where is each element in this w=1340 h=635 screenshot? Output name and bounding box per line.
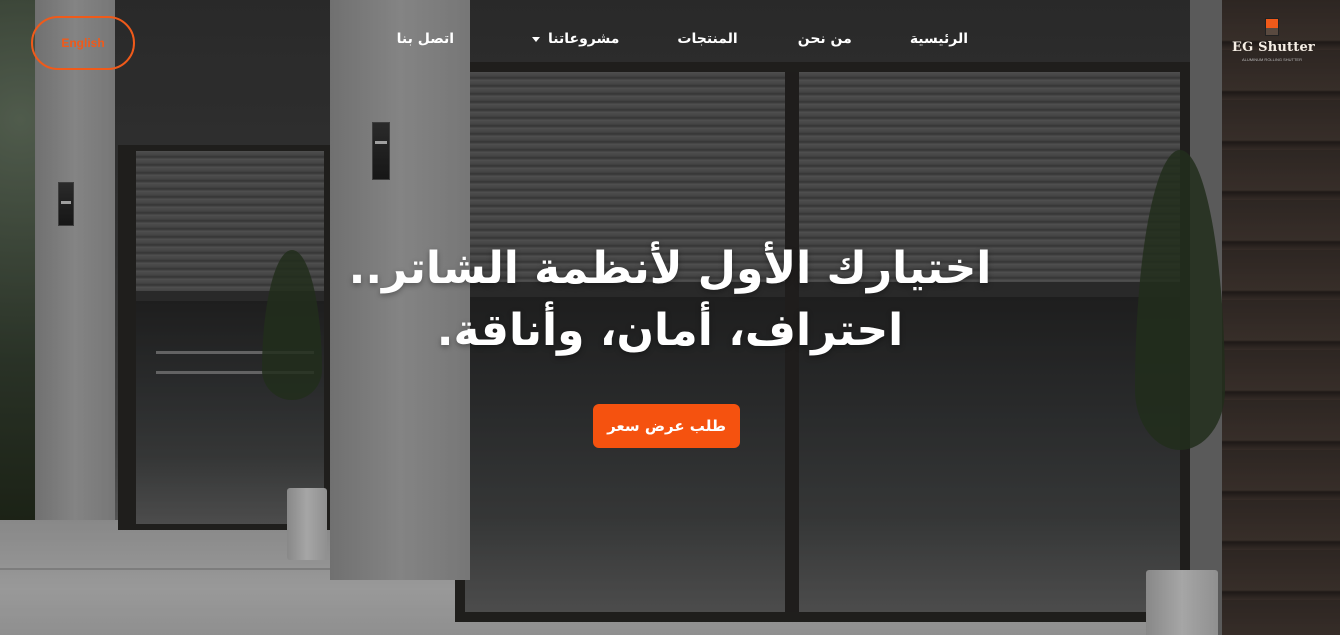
brand-logo[interactable]: EG Shutter ALUMINUM ROLLING SHUTTER xyxy=(1232,18,1315,68)
nav-contact-link[interactable]: اتصل بنا xyxy=(397,31,454,47)
navbar: English الرئيسية من نحن المنتجات مشروعات… xyxy=(0,0,1340,85)
hero-title-line-2: احتراف، أمان، وأناقة. xyxy=(436,305,904,356)
hero-title-line-1: اختيارك الأول لأنظمة الشاتر.. xyxy=(348,243,992,294)
request-quote-button[interactable]: طلب عرض سعر xyxy=(593,404,740,448)
chevron-down-icon xyxy=(532,36,541,42)
main-nav: الرئيسية من نحن المنتجات مشروعاتنا اتصل … xyxy=(397,31,968,47)
nav-about-link[interactable]: من نحن xyxy=(798,31,852,47)
nav-products-link[interactable]: المنتجات xyxy=(677,31,737,47)
shutter-logo-icon xyxy=(1265,18,1279,36)
language-switch-button[interactable]: English xyxy=(31,16,135,70)
nav-home-link[interactable]: الرئيسية xyxy=(910,31,968,47)
nav-projects-label: مشروعاتنا xyxy=(548,31,620,47)
nav-projects-dropdown[interactable]: مشروعاتنا xyxy=(532,31,619,47)
hero-title: اختيارك الأول لأنظمة الشاتر.. احتراف، أم… xyxy=(300,238,1040,362)
brand-name: EG Shutter xyxy=(1232,40,1315,55)
brand-tagline: ALUMINUM ROLLING SHUTTER xyxy=(1241,57,1302,62)
